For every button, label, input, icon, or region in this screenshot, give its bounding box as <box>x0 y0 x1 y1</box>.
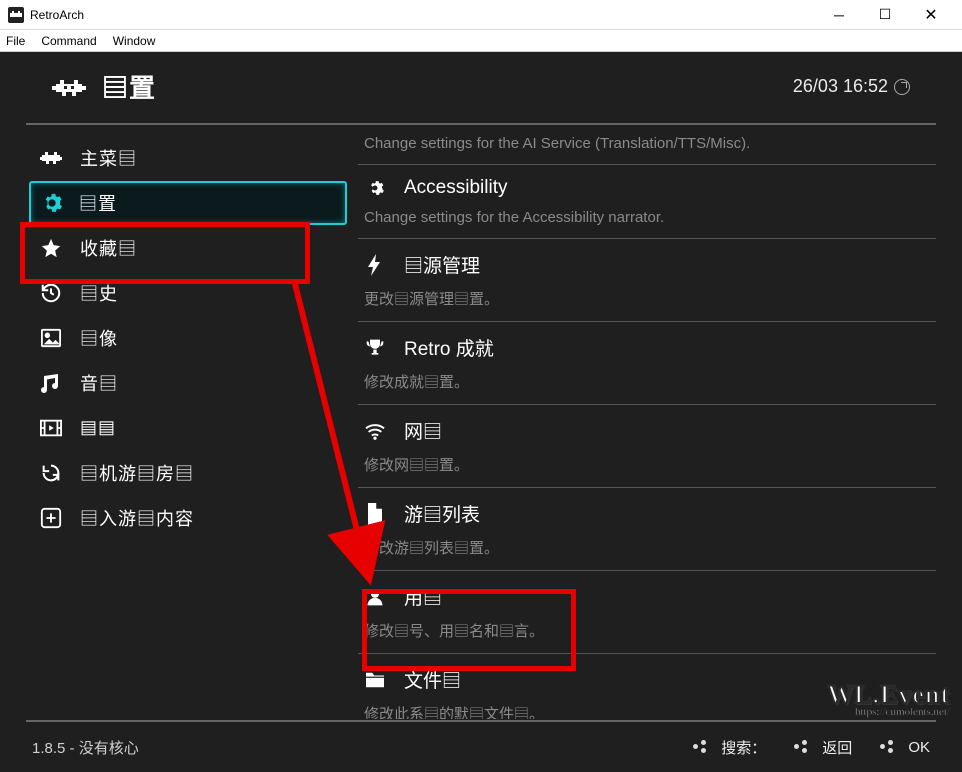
footer-action-label: OK <box>908 739 930 756</box>
datetime-text: 26/03 16:52 <box>793 76 888 97</box>
section-playlist[interactable]: 游▤列表 修改游▤列表▤置。 <box>358 487 936 570</box>
sidebar-item-favorites[interactable]: 收藏▤ <box>26 225 350 270</box>
file-icon <box>364 503 386 525</box>
app-header: ▤置 26/03 16:52 <box>26 52 936 125</box>
sidebar-item-video[interactable]: ▤▤ <box>26 405 350 450</box>
netplay-icon <box>40 462 62 484</box>
section-title: 网▤ <box>404 417 442 444</box>
page-title: ▤置 <box>102 68 793 105</box>
video-icon <box>40 417 62 439</box>
window-title: RetroArch <box>30 8 816 22</box>
footer-bar: 1.8.5 - 没有核心 搜索： 返回 OK <box>26 720 936 772</box>
section-power[interactable]: ▤源管理 更改▤源管理▤置。 <box>358 238 936 321</box>
history-icon <box>40 282 62 304</box>
user-icon <box>364 586 386 608</box>
sidebar-item-label: 收藏▤ <box>80 235 137 261</box>
section-user[interactable]: 用▤ 修改▤号、用▤名和▤言。 <box>358 570 936 653</box>
section-title: 用▤ <box>404 583 442 610</box>
section-title: Accessibility <box>404 177 507 199</box>
section-title: 游▤列表 <box>404 500 480 527</box>
section-title: 文件▤ <box>404 666 461 693</box>
section-desc: 修改此系▤的默▤文件▤。 <box>358 699 936 719</box>
content-body: 主菜▤ ▤置 收藏▤ ▤史 <box>26 125 936 719</box>
menu-command[interactable]: Command <box>41 34 96 48</box>
section-directory[interactable]: 文件▤ 修改此系▤的默▤文件▤。 <box>358 653 936 719</box>
section-desc: 修改网▤▤置。 <box>358 450 936 487</box>
section-accessibility[interactable]: Accessibility Change settings for the Ac… <box>358 164 936 238</box>
sidebar-item-label: ▤史 <box>80 280 118 306</box>
section-desc: Change settings for the AI Service (Tran… <box>358 131 936 164</box>
menu-window[interactable]: Window <box>113 34 156 48</box>
settings-list: Change settings for the AI Service (Tran… <box>350 125 936 719</box>
section-title: ▤源管理 <box>404 251 480 278</box>
menu-file[interactable]: File <box>6 34 25 48</box>
close-button[interactable]: ✕ <box>908 0 954 30</box>
sidebar-item-label: 主菜▤ <box>80 145 137 171</box>
section-title: Retro 成就 <box>404 334 494 361</box>
wifi-icon <box>364 420 386 442</box>
window-titlebar: RetroArch ─ ☐ ✕ <box>0 0 962 30</box>
sidebar-item-music[interactable]: 音▤ <box>26 360 350 405</box>
sidebar-item-images[interactable]: ▤像 <box>26 315 350 360</box>
sidebar-item-import[interactable]: ▤入游▤内容 <box>26 495 350 540</box>
star-icon <box>40 237 62 259</box>
invader-icon <box>40 147 62 169</box>
invader-icon <box>52 76 86 98</box>
section-desc: 修改成就▤置。 <box>358 367 936 404</box>
controller-dots-icon <box>693 740 713 754</box>
footer-action-search[interactable]: 搜索： <box>693 737 766 758</box>
bolt-icon <box>364 254 386 276</box>
maximize-button[interactable]: ☐ <box>862 0 908 30</box>
plus-icon <box>40 507 62 529</box>
footer-action-label: 返回 <box>822 737 852 758</box>
menu-bar: File Command Window <box>0 30 962 52</box>
header-datetime: 26/03 16:52 <box>793 76 910 97</box>
gear-small-icon <box>364 177 386 199</box>
section-desc: 修改游▤列表▤置。 <box>358 533 936 570</box>
app-body: ▤置 26/03 16:52 主菜▤ ▤置 <box>0 52 962 772</box>
footer-action-label: 搜索： <box>721 737 766 758</box>
footer-actions: 搜索： 返回 OK <box>693 737 930 758</box>
footer-action-back[interactable]: 返回 <box>794 737 852 758</box>
section-achievements[interactable]: Retro 成就 修改成就▤置。 <box>358 321 936 404</box>
trophy-icon <box>364 337 386 359</box>
sidebar-item-label: ▤▤ <box>80 417 116 438</box>
minimize-button[interactable]: ─ <box>816 0 862 30</box>
section-desc: 更改▤源管理▤置。 <box>358 284 936 321</box>
section-network[interactable]: 网▤ 修改网▤▤置。 <box>358 404 936 487</box>
gear-icon <box>41 192 63 214</box>
sidebar-item-label: 音▤ <box>80 370 118 396</box>
clock-icon <box>894 79 910 95</box>
sidebar-item-label: ▤像 <box>80 325 118 351</box>
controller-dots-icon <box>794 740 814 754</box>
sidebar-item-label: ▤机游▤房▤ <box>80 460 194 486</box>
section-ai-service[interactable]: Change settings for the AI Service (Tran… <box>358 131 936 164</box>
footer-action-ok[interactable]: OK <box>880 737 930 758</box>
app-icon <box>8 7 24 23</box>
controller-dots-icon <box>880 740 900 754</box>
music-icon <box>40 372 62 394</box>
sidebar: 主菜▤ ▤置 收藏▤ ▤史 <box>26 125 350 719</box>
folder-icon <box>364 669 386 691</box>
sidebar-item-history[interactable]: ▤史 <box>26 270 350 315</box>
section-desc: 修改▤号、用▤名和▤言。 <box>358 616 936 653</box>
sidebar-item-label: ▤置 <box>79 190 117 216</box>
image-icon <box>40 327 62 349</box>
sidebar-item-settings[interactable]: ▤置 <box>26 180 350 225</box>
footer-version: 1.8.5 - 没有核心 <box>32 737 693 758</box>
sidebar-item-main-menu[interactable]: 主菜▤ <box>26 135 350 180</box>
window-controls: ─ ☐ ✕ <box>816 0 954 30</box>
sidebar-item-netplay[interactable]: ▤机游▤房▤ <box>26 450 350 495</box>
section-desc: Change settings for the Accessibility na… <box>358 205 936 238</box>
sidebar-item-label: ▤入游▤内容 <box>80 505 194 531</box>
